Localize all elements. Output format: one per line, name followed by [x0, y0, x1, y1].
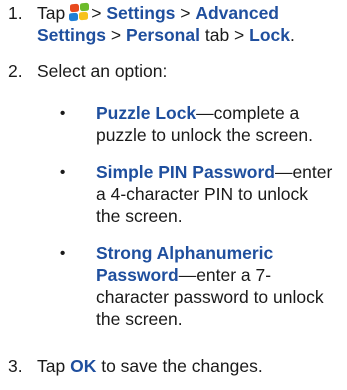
option-text: —enter	[274, 162, 333, 182]
advanced-settings-keyword: Settings	[37, 25, 107, 45]
instruction-document: 1. Tap > Settings > Advanced Settings > P…	[0, 0, 347, 390]
option-text: character password to unlock	[96, 287, 324, 307]
period: .	[290, 25, 295, 45]
step-1-number: 1.	[8, 3, 23, 23]
option-title: Password	[96, 265, 179, 285]
option-text: the screen.	[96, 309, 183, 329]
windows-start-icon	[68, 2, 90, 22]
option-simple-pin-password: • Simple PIN Password—enter a 4-characte…	[0, 162, 347, 228]
option-text: puzzle to unlock the screen.	[96, 125, 313, 145]
personal-keyword: Personal	[126, 25, 200, 45]
step-3-number: 3.	[8, 356, 23, 376]
bullet: •	[60, 245, 66, 262]
option-title: Strong Alphanumeric	[96, 243, 274, 263]
option-title: Simple PIN Password	[96, 162, 275, 182]
step-3-tap-text: Tap	[37, 356, 66, 376]
step-3-line: Tap OK to save the changes.	[37, 356, 263, 377]
step-2-text: Select an option:	[37, 61, 168, 81]
step-1-line-1: Tap > Settings > Advanced	[37, 2, 279, 24]
step-3: 3. Tap OK to save the changes.	[0, 356, 347, 378]
advanced-keyword: Advanced	[195, 3, 279, 23]
separator: >	[110, 25, 122, 45]
step-1: 1. Tap > Settings > Advanced Settings > P…	[0, 2, 347, 49]
lock-keyword: Lock	[249, 25, 290, 45]
option-text: —complete a	[196, 103, 300, 123]
separator: >	[91, 3, 102, 23]
step-1-line-2: Settings > Personal tab > Lock.	[37, 25, 295, 46]
option-1-line-2: puzzle to unlock the screen.	[96, 125, 313, 146]
option-2-line-1: Simple PIN Password—enter	[96, 162, 332, 183]
tab-text: tab >	[204, 25, 245, 45]
step-2-number: 2.	[8, 61, 23, 81]
option-3-line-1: Strong Alphanumeric	[96, 243, 273, 264]
option-text: the screen.	[96, 206, 183, 226]
option-2-line-2: a 4-character PIN to unlock	[96, 184, 308, 205]
step-3-rest-text: to save the changes.	[101, 356, 263, 376]
option-text: —enter a 7-	[178, 265, 272, 285]
step-2: 2. Select an option:	[0, 61, 347, 83]
step-1-tap-text: Tap	[37, 3, 66, 23]
option-3-line-3: character password to unlock	[96, 287, 324, 308]
bullet: •	[60, 164, 66, 181]
option-strong-alphanumeric-password: • Strong Alphanumeric Password—enter a 7…	[0, 243, 347, 331]
settings-keyword: Settings	[106, 3, 176, 23]
option-2-line-3: the screen.	[96, 206, 183, 227]
option-puzzle-lock: • Puzzle Lock—complete a puzzle to unloc…	[0, 103, 347, 147]
ok-keyword: OK	[70, 356, 97, 376]
option-title: Puzzle Lock	[96, 103, 197, 123]
separator: >	[180, 3, 191, 23]
bullet: •	[60, 105, 66, 122]
option-3-line-2: Password—enter a 7-	[96, 265, 271, 286]
option-3-line-4: the screen.	[96, 309, 183, 330]
option-text: a 4-character PIN to unlock	[96, 184, 309, 204]
option-1-line-1: Puzzle Lock—complete a	[96, 103, 299, 124]
